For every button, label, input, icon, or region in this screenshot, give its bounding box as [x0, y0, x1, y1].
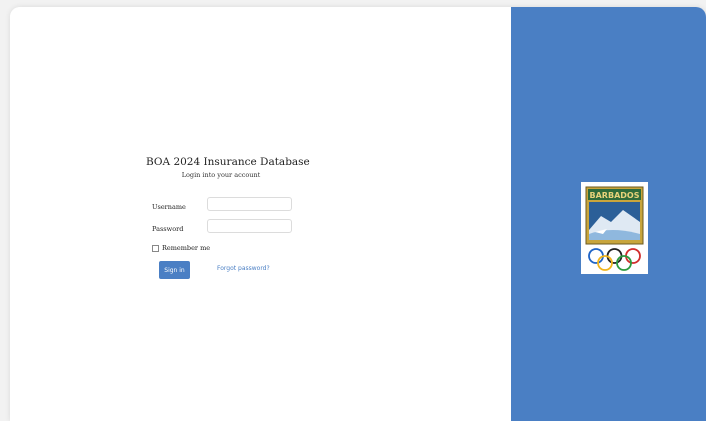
login-panel: BOA 2024 Insurance Database Login into y…	[10, 7, 511, 421]
page-title: BOA 2024 Insurance Database	[146, 156, 310, 168]
remember-me-label: Remember me	[162, 244, 211, 252]
sign-in-button[interactable]: Sign in	[159, 261, 190, 279]
forgot-password-link[interactable]: Forgot password?	[217, 265, 270, 272]
username-input[interactable]	[207, 197, 292, 211]
barbados-olympic-logo: BARBADOS	[581, 182, 648, 274]
logo-text: BARBADOS	[590, 191, 640, 200]
barbados-olympic-emblem-icon: BARBADOS	[585, 186, 644, 271]
username-label: Username	[152, 203, 186, 211]
remember-me-checkbox[interactable]	[152, 244, 159, 252]
login-window: BOA 2024 Insurance Database Login into y…	[10, 7, 706, 421]
password-input[interactable]	[207, 219, 292, 233]
remember-me: Remember me	[152, 244, 210, 252]
page-subtitle: Login into your account	[181, 171, 261, 179]
password-label: Password	[152, 225, 184, 233]
brand-panel: BARBADOS	[511, 7, 706, 421]
